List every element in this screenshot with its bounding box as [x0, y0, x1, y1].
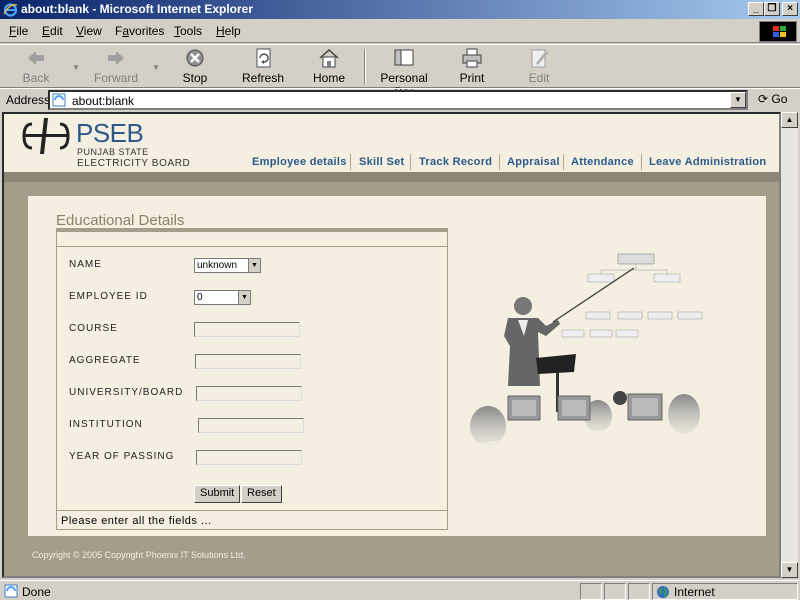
status-panel [580, 583, 602, 600]
nav-separator [563, 154, 564, 170]
address-dropdown-icon[interactable]: ▼ [730, 92, 746, 108]
logo-subtitle-1: PUNJAB STATE [77, 147, 149, 157]
address-bar: Address about:blank ▼ ⟳ Go [0, 88, 800, 110]
course-label: COURSE [69, 323, 118, 334]
status-text: Done [22, 585, 51, 599]
nav-employee-details[interactable]: Employee details [252, 156, 347, 168]
year-of-passing-field[interactable] [196, 450, 302, 465]
page-icon [52, 93, 66, 107]
status-panel [628, 583, 650, 600]
form-top-rule [57, 229, 447, 232]
page-content: PSEB PUNJAB STATE ELECTRICITY BOARD Empl… [2, 112, 781, 578]
year-of-passing-label: YEAR OF PASSING [69, 451, 175, 462]
windows-logo-icon [759, 21, 797, 42]
employee-id-select[interactable]: 0 ▼ [194, 290, 251, 305]
status-panel [604, 583, 626, 600]
forward-dropdown-icon[interactable]: ▼ [152, 63, 160, 72]
nav-attendance[interactable]: Attendance [571, 156, 634, 168]
refresh-icon [256, 48, 271, 68]
address-input[interactable]: about:blank ▼ [48, 90, 748, 110]
copyright-text: Copyright © 2005 Copyright Phoenix IT So… [32, 550, 246, 560]
page-done-icon [4, 584, 18, 598]
aggregate-field[interactable] [195, 354, 301, 369]
university-label: UNIVERSITY/BOARD [69, 387, 184, 398]
name-label: NAME [69, 259, 102, 270]
form-message: Please enter all the fields ... [61, 515, 212, 527]
home-icon [319, 48, 339, 68]
chevron-down-icon: ▼ [248, 259, 260, 272]
site-logo-text: PSEB [76, 118, 144, 148]
scroll-up-icon[interactable]: ▲ [781, 112, 798, 128]
scroll-down-icon[interactable]: ▼ [781, 562, 798, 578]
stop-icon [186, 49, 204, 67]
personal-bar-icon [394, 49, 414, 66]
university-field[interactable] [196, 386, 302, 401]
address-label: Address [6, 93, 51, 107]
reset-button[interactable]: Reset [241, 485, 282, 503]
name-select[interactable]: unknown ▼ [194, 258, 261, 273]
menu-help[interactable]: Help [216, 24, 241, 38]
chevron-down-icon: ▼ [238, 291, 250, 304]
nav-separator [410, 154, 411, 170]
site-header: PSEB PUNJAB STATE ELECTRICITY BOARD Empl… [4, 114, 779, 172]
stop-button[interactable]: Stop [180, 47, 210, 85]
menu-file[interactable]: File [9, 24, 28, 38]
nav-separator [350, 154, 351, 170]
close-button[interactable]: × [782, 2, 798, 16]
edit-page-icon [531, 49, 548, 68]
form-panel: Educational Details NAME unknown ▼ EMPLO… [28, 196, 766, 536]
form-status-rule [57, 510, 447, 511]
section-title: Educational Details [56, 212, 185, 229]
minimize-button[interactable]: _ [748, 2, 764, 16]
logo-subtitle-2: ELECTRICITY BOARD [77, 158, 191, 169]
ie-icon [3, 3, 18, 17]
nav-appraisal[interactable]: Appraisal [507, 156, 560, 168]
edit-button[interactable]: Edit [526, 47, 552, 85]
menu-tools[interactable]: Tools [174, 24, 202, 38]
pseb-logo-icon [22, 118, 70, 154]
employee-id-label: EMPLOYEE ID [69, 291, 148, 302]
nav-skill-set[interactable]: Skill Set [359, 156, 405, 168]
refresh-button[interactable]: Refresh [242, 47, 284, 85]
vertical-scrollbar[interactable]: ▲ ▼ [781, 112, 798, 578]
menu-bar: File Edit View Favorites Tools Help [0, 19, 800, 43]
globe-icon [657, 586, 669, 598]
status-bar: Done Internet [0, 580, 800, 600]
nav-leave-administration[interactable]: Leave Administration [649, 156, 766, 168]
toolbar-separator [364, 49, 366, 85]
nav-separator [499, 154, 500, 170]
window-title-bar: about:blank - Microsoft Internet Explore… [0, 0, 800, 19]
toolbar: Back ▼ Forward ▼ Stop Refresh Home Perso… [0, 44, 800, 99]
education-form: NAME unknown ▼ EMPLOYEE ID 0 ▼ COURSE AG… [56, 228, 448, 530]
back-dropdown-icon[interactable]: ▼ [72, 63, 80, 72]
course-field[interactable] [194, 322, 300, 337]
menu-favorites[interactable]: Favorites [115, 24, 164, 38]
forward-button[interactable]: Forward [94, 47, 138, 85]
restore-button[interactable]: ❐ [764, 2, 780, 16]
menu-edit[interactable]: Edit [42, 24, 63, 38]
forward-arrow-icon [108, 51, 124, 65]
home-button[interactable]: Home [312, 47, 346, 85]
institution-field[interactable] [198, 418, 304, 433]
back-button[interactable]: Back [20, 47, 52, 85]
menu-view[interactable]: View [76, 24, 102, 38]
security-zone-text: Internet [674, 585, 715, 599]
presenter-illustration [468, 253, 738, 476]
print-button[interactable]: Print [458, 47, 486, 85]
form-header-rule [57, 246, 447, 247]
aggregate-label: AGGREGATE [69, 355, 141, 366]
go-arrow-icon: ⟳ [758, 92, 769, 106]
header-band [4, 172, 779, 182]
back-arrow-icon [28, 51, 44, 65]
window-title: about:blank - Microsoft Internet Explore… [21, 2, 254, 16]
printer-icon [462, 48, 482, 68]
nav-track-record[interactable]: Track Record [419, 156, 492, 168]
address-url: about:blank [72, 94, 135, 108]
nav-separator [641, 154, 642, 170]
submit-button[interactable]: Submit [194, 485, 241, 503]
go-button[interactable]: ⟳ Go [758, 92, 787, 106]
institution-label: INSTITUTION [69, 419, 143, 430]
